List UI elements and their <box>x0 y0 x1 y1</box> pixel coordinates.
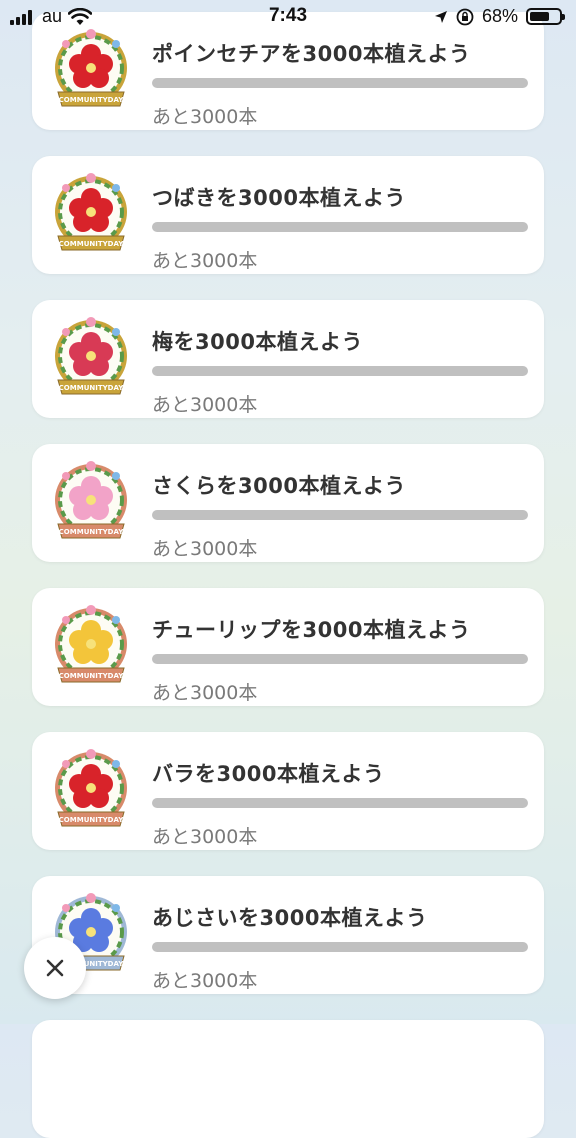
mission-remaining: あと3000本 <box>152 394 258 416</box>
mission-title: つばきを3000本植えよう <box>152 186 406 210</box>
progress-bar <box>152 366 528 376</box>
mission-remaining: あと3000本 <box>152 538 258 560</box>
badge-banner-text: COMMUNITYDAY <box>59 528 125 536</box>
battery-icon <box>526 8 565 25</box>
community-day-badge-icon: COMMUNITYDAY <box>55 317 127 395</box>
mission-card[interactable]: COMMUNITYDAY あじさいを3000本植えよう あと3000本 <box>32 876 544 994</box>
mission-remaining: あと3000本 <box>152 826 258 848</box>
mission-title: あじさいを3000本植えよう <box>152 906 428 930</box>
badge-banner-text: COMMUNITYDAY <box>59 96 125 104</box>
mission-card[interactable] <box>32 1020 544 1138</box>
battery-percent: 68% <box>481 6 518 26</box>
progress-bar <box>152 942 528 952</box>
mission-card[interactable]: COMMUNITYDAY チューリップを3000本植えよう あと3000本 <box>32 588 544 706</box>
badge-banner-text: COMMUNITYDAY <box>59 240 125 248</box>
status-bar: au 7:43 68% <box>0 0 576 32</box>
close-icon <box>46 959 64 977</box>
progress-bar <box>152 510 528 520</box>
community-day-badge-icon: COMMUNITYDAY <box>55 749 127 827</box>
mission-title: チューリップを3000本植えよう <box>152 618 471 642</box>
close-button[interactable] <box>24 937 86 999</box>
status-right: 68% <box>434 6 565 27</box>
mission-remaining: あと3000本 <box>152 106 258 128</box>
progress-bar <box>152 222 528 232</box>
mission-title: 梅を3000本植えよう <box>152 330 363 354</box>
mission-title: さくらを3000本植えよう <box>152 474 406 498</box>
mission-remaining: あと3000本 <box>152 250 258 272</box>
progress-bar <box>152 78 528 88</box>
community-day-badge-icon: COMMUNITYDAY <box>55 173 127 251</box>
community-day-badge-icon: COMMUNITYDAY <box>55 461 127 539</box>
mission-title: ポインセチアを3000本植えよう <box>152 42 471 66</box>
progress-bar <box>152 654 528 664</box>
mission-card[interactable]: COMMUNITYDAY つばきを3000本植えよう あと3000本 <box>32 156 544 274</box>
badge-banner-text: COMMUNITYDAY <box>59 384 125 392</box>
mission-card[interactable]: COMMUNITYDAY 梅を3000本植えよう あと3000本 <box>32 300 544 418</box>
community-day-badge-icon: COMMUNITYDAY <box>55 29 127 107</box>
badge-banner-text: COMMUNITYDAY <box>59 816 125 824</box>
mission-remaining: あと3000本 <box>152 682 258 704</box>
mission-card[interactable]: COMMUNITYDAY バラを3000本植えよう あと3000本 <box>32 732 544 850</box>
community-day-badge-icon: COMMUNITYDAY <box>55 605 127 683</box>
orientation-lock-icon <box>456 8 474 25</box>
mission-card[interactable]: COMMUNITYDAY さくらを3000本植えよう あと3000本 <box>32 444 544 562</box>
mission-remaining: あと3000本 <box>152 970 258 992</box>
progress-bar <box>152 798 528 808</box>
location-icon <box>434 10 447 23</box>
mission-title: バラを3000本植えよう <box>152 762 385 786</box>
badge-banner-text: COMMUNITYDAY <box>59 672 125 680</box>
